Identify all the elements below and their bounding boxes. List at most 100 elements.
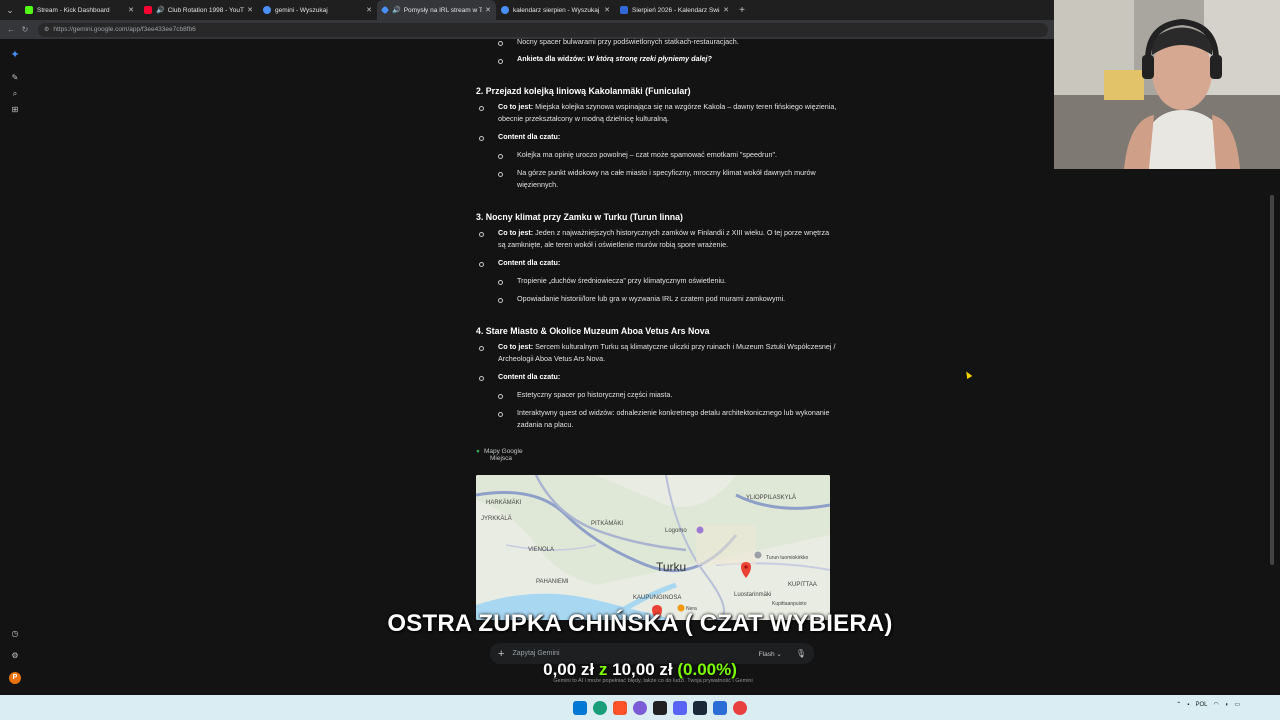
list-item: Co to jest: Jeden z najważniejszych hist… (498, 228, 830, 249)
map-place-label: Logomo (665, 528, 687, 534)
add-icon[interactable]: + (498, 648, 504, 660)
network-icon[interactable]: ▪ (1187, 702, 1189, 708)
tab-title: kalendarz sierpien - Wyszukaj (513, 6, 600, 14)
close-icon[interactable]: ✕ (604, 6, 610, 14)
back-icon[interactable]: ← (4, 25, 18, 34)
battery-icon[interactable]: ▭ (1234, 701, 1240, 708)
donation-goal-amount: 10,00 zł (612, 660, 673, 679)
maps-source-title: Mapy Google (483, 448, 523, 455)
close-icon[interactable]: ✕ (366, 6, 372, 14)
volume-icon[interactable]: ◖ (1225, 702, 1229, 708)
section-heading: 3. Nocny klimat przy Zamku w Turku (Turu… (476, 212, 683, 222)
brave-icon[interactable] (613, 700, 627, 715)
list-item: Ankieta dla widzów: W którą stronę rzeki… (517, 54, 712, 63)
close-icon[interactable]: ✕ (247, 6, 253, 14)
bullet (498, 412, 503, 417)
bullet (479, 232, 484, 237)
new-chat-icon[interactable]: ✎ (9, 72, 21, 84)
url-field[interactable]: ⚙ https://gemini.google.com/app/f3ee433e… (38, 22, 1048, 37)
webcam-feed (1054, 0, 1280, 169)
tab-kick[interactable]: Stream - Kick Dashboard ✕ (20, 0, 139, 20)
screen: ⌄ Stream - Kick Dashboard ✕ 🔊 Club Rotat… (0, 0, 1280, 720)
map-place-label: KUPITTAA (788, 582, 817, 588)
gemini-spark-icon[interactable]: ✦ (9, 49, 21, 61)
speaker-icon[interactable]: 🔊 (156, 6, 165, 14)
map-place-label: PITKÄMÄKI (591, 520, 623, 527)
list-item: Interaktywny quest od widzów: odnalezien… (517, 408, 830, 429)
url-text: https://gemini.google.com/app/f3ee433ee7… (53, 26, 196, 33)
map-preview[interactable]: HARKÄMÄKI JYRKKÄLÄ PITKÄMÄKI YLIOPPILASK… (476, 475, 830, 620)
language-indicator[interactable]: POL (1195, 702, 1207, 708)
section-heading: 2. Przejazd kolejką liniową Kakolanmäki … (476, 86, 691, 96)
tab-title: Sierpień 2026 - Kalendarz Świąt (632, 6, 721, 14)
tab-title: Pomysły na IRL stream w Turk (403, 6, 483, 14)
tab-search-icon[interactable]: ⌄ (0, 0, 20, 20)
obs-icon[interactable] (653, 700, 667, 715)
bullet (498, 154, 503, 159)
donation-separator: z (598, 660, 608, 679)
map-graphic: HARKÄMÄKI JYRKKÄLÄ PITKÄMÄKI YLIOPPILASK… (476, 475, 830, 620)
list-item: Opowiadanie historii/lore lub gra w wyzw… (517, 294, 786, 303)
youtube-icon (144, 6, 152, 14)
bullet (479, 106, 484, 111)
search-icon[interactable]: ⌕ (9, 88, 21, 100)
close-icon[interactable]: ✕ (723, 6, 729, 14)
microphone-icon[interactable]: 🎙 (796, 649, 806, 658)
new-tab-icon[interactable]: + (734, 5, 750, 16)
apps-icon[interactable]: ⊞ (9, 104, 21, 116)
donation-current: 0,00 zł (543, 660, 595, 679)
kick-icon (25, 6, 33, 14)
search-icon (263, 6, 271, 14)
tab-title: gemini - Wyszukaj (275, 6, 328, 14)
tab-youtube[interactable]: 🔊 Club Rotation 1998 - YouTube ✕ (139, 0, 258, 20)
list-item: Content dla czatu: (498, 372, 561, 381)
speaker-icon[interactable]: 🔊 (392, 6, 401, 14)
browser-icon[interactable] (633, 700, 647, 715)
list-item: Estetyczny spacer po historycznej części… (517, 390, 673, 399)
model-label: Flash (758, 650, 775, 658)
list-item: Co to jest: Miejska kolejka szynowa wspi… (498, 102, 837, 123)
map-place-label: PAHANIEMI (536, 579, 569, 585)
tab-gemini-search[interactable]: gemini - Wyszukaj ✕ (258, 0, 377, 20)
bullet (479, 136, 484, 141)
stream-overlay-title: OSTRA ZUPKA CHIŃSKA ( CZAT WYBIERA) (387, 610, 893, 637)
close-icon[interactable]: ✕ (128, 6, 134, 14)
map-place-label: KAUPUNGINOSA (633, 595, 681, 601)
bullet (479, 376, 484, 381)
wifi-icon[interactable]: ◠ (1213, 701, 1218, 708)
map-pin-icon: ● (476, 448, 480, 455)
tab-calendar-search[interactable]: kalendarz sierpien - Wyszukaj ✕ (496, 0, 615, 20)
list-item: Content dla czatu: (498, 258, 561, 267)
tab-title: Stream - Kick Dashboard (37, 6, 110, 14)
start-icon[interactable] (573, 700, 587, 715)
app-icon[interactable] (713, 700, 727, 715)
model-selector[interactable]: Flash ⌄ (759, 650, 782, 658)
list-item: Tropienie „duchów średniowiecza” przy kl… (517, 276, 727, 285)
map-place-label: Turun tuomiokirkko (766, 555, 809, 561)
list-item: Nocny spacer bulwarami przy podświetlony… (517, 37, 739, 46)
map-place-label: VIENOLA (528, 547, 554, 553)
prompt-placeholder: Zapytaj Gemini (512, 650, 560, 657)
reload-icon[interactable]: ↻ (18, 25, 32, 34)
system-tray: ⌃ ▪ POL ◠ ◖ ▭ (1176, 701, 1240, 709)
app-icon[interactable] (733, 700, 747, 715)
discord-icon[interactable] (673, 700, 687, 715)
maps-source[interactable]: ● Mapy Google Miejsca (476, 448, 523, 462)
map-place-label: Kupittaanpuisto (772, 601, 807, 607)
donation-goal: 0,00 zł z 10,00 zł (0.00%) (0, 660, 1280, 680)
chevron-up-icon[interactable]: ⌃ (1176, 701, 1181, 708)
tab-title: Club Rotation 1998 - YouTube (167, 6, 244, 14)
edge-icon[interactable] (593, 700, 607, 715)
page-scrollbar[interactable] (1270, 195, 1274, 565)
tab-calendar[interactable]: Sierpień 2026 - Kalendarz Świąt ✕ (615, 0, 734, 20)
map-place-label: JYRKKÄLÄ (481, 515, 512, 522)
site-info-icon[interactable]: ⚙ (44, 26, 49, 33)
tab-gemini-chat[interactable]: 🔊 Pomysły na IRL stream w Turk ✕ (377, 0, 496, 20)
steam-icon[interactable] (693, 700, 707, 715)
bullet (498, 394, 503, 399)
section-heading: 4. Stare Miasto & Okolice Muzeum Aboa Ve… (476, 326, 710, 336)
webcam-image (1054, 0, 1280, 169)
map-place-label: HARKÄMÄKI (486, 499, 522, 506)
close-icon[interactable]: ✕ (485, 6, 491, 14)
bullet (498, 280, 503, 285)
